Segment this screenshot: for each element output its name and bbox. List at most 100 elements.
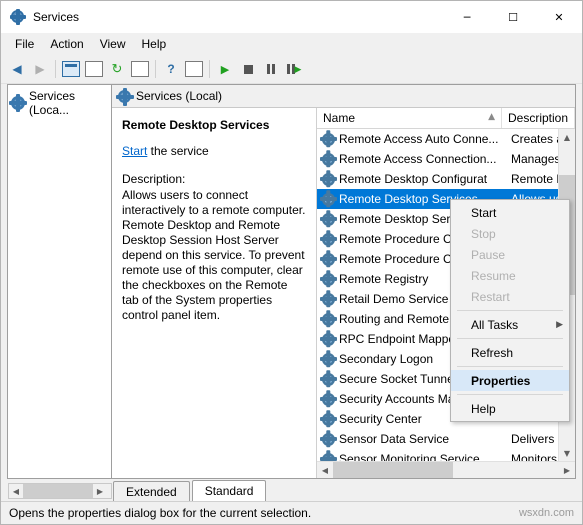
table-row[interactable]: Remote Desktop Configurat Remote De bbox=[317, 169, 575, 189]
tree-horizontal-scrollbar[interactable]: ◀ ▶ bbox=[8, 483, 112, 499]
stop-service-button[interactable] bbox=[237, 58, 259, 80]
context-menu-item-all-tasks[interactable]: All Tasks ▶ bbox=[451, 314, 569, 335]
table-row[interactable]: Remote Access Connection... Manages d bbox=[317, 149, 575, 169]
service-icon bbox=[320, 232, 337, 246]
start-service-link[interactable]: Start bbox=[122, 144, 147, 158]
service-name: Sensor Data Service bbox=[339, 432, 450, 446]
context-menu-item-resume: Resume bbox=[471, 268, 516, 283]
service-icon bbox=[320, 352, 337, 366]
scroll-thumb-horizontal[interactable] bbox=[333, 462, 453, 478]
service-icon bbox=[320, 132, 337, 146]
table-row[interactable]: Remote Access Auto Conne... Creates a co bbox=[317, 129, 575, 149]
watermark: wsxdn.com bbox=[518, 507, 574, 519]
tree-item-services-local[interactable]: Services (Loca... bbox=[9, 89, 108, 117]
tab-extended[interactable]: Extended bbox=[113, 481, 190, 501]
service-icon bbox=[320, 192, 337, 206]
start-service-suffix: the service bbox=[147, 144, 209, 158]
menu-file[interactable]: File bbox=[7, 34, 42, 55]
start-service-line: Start the service bbox=[122, 144, 306, 158]
restart-service-button[interactable]: ▶ bbox=[283, 58, 305, 80]
services-window: Services ─ ☐ ✕ File Action View Help ◀ ▶… bbox=[0, 0, 583, 525]
context-menu-separator bbox=[457, 310, 563, 311]
context-menu-separator bbox=[457, 366, 563, 367]
context-menu-item-stop: Stop bbox=[471, 226, 496, 241]
toolbar: ◀ ▶ ↻ ? ▶ ▶ bbox=[1, 55, 582, 84]
menu-action[interactable]: Action bbox=[42, 34, 91, 55]
scroll-left-icon[interactable]: ◀ bbox=[9, 484, 23, 498]
show-tree-button[interactable] bbox=[60, 58, 82, 80]
sort-ascending-icon: ▲ bbox=[488, 112, 495, 122]
context-menu-item-help[interactable]: Help bbox=[451, 398, 569, 419]
tree-item-label: Services (Loca... bbox=[29, 89, 76, 117]
results-pane-header: Services (Local) bbox=[112, 85, 575, 108]
console-tree-pane: Services (Loca... bbox=[7, 84, 112, 479]
context-menu: Start Stop Pause Resume Restart All Task… bbox=[450, 199, 570, 422]
export-list-button[interactable] bbox=[129, 58, 151, 80]
status-bar: Opens the properties dialog box for the … bbox=[1, 501, 582, 524]
scroll-left-icon[interactable]: ◀ bbox=[317, 462, 333, 478]
services-gear-icon bbox=[116, 89, 134, 103]
menu-view[interactable]: View bbox=[92, 34, 134, 55]
scroll-right-icon[interactable]: ▶ bbox=[93, 484, 107, 498]
services-gear-icon bbox=[9, 96, 27, 110]
service-icon bbox=[320, 252, 337, 266]
scroll-thumb-tree[interactable] bbox=[23, 484, 93, 498]
service-icon bbox=[320, 332, 337, 346]
back-button[interactable]: ◀ bbox=[6, 58, 28, 80]
service-title: Remote Desktop Services bbox=[122, 118, 270, 132]
context-menu-item-label: All Tasks bbox=[471, 317, 519, 332]
service-icon bbox=[320, 212, 337, 226]
menu-help[interactable]: Help bbox=[134, 34, 175, 55]
context-menu-item-restart: Restart bbox=[471, 289, 510, 304]
context-menu-separator bbox=[457, 338, 563, 339]
column-header-name[interactable]: Name ▲ bbox=[317, 108, 502, 128]
context-menu-item-properties[interactable]: Properties bbox=[451, 370, 569, 391]
scroll-down-icon[interactable]: ▼ bbox=[559, 445, 575, 461]
column-header-description[interactable]: Description bbox=[502, 108, 575, 128]
help-button[interactable]: ? bbox=[160, 58, 182, 80]
description-label: Description: bbox=[122, 172, 186, 186]
service-icon bbox=[320, 392, 337, 406]
minimize-button[interactable]: ─ bbox=[444, 2, 490, 33]
view-button[interactable] bbox=[183, 58, 205, 80]
service-name: Sensor Monitoring Service bbox=[339, 452, 480, 461]
services-gear-icon bbox=[9, 9, 26, 25]
service-name: Remote Access Connection... bbox=[339, 152, 497, 166]
column-header-description-label: Description bbox=[508, 111, 569, 125]
refresh-button[interactable]: ↻ bbox=[106, 58, 128, 80]
context-menu-item-pause: Pause bbox=[471, 247, 506, 262]
service-icon bbox=[320, 372, 337, 386]
list-header: Name ▲ Description bbox=[317, 108, 575, 129]
service-icon bbox=[320, 172, 337, 186]
table-row[interactable]: Sensor Data Service Delivers da bbox=[317, 429, 575, 449]
context-menu-item-refresh[interactable]: Refresh bbox=[451, 342, 569, 363]
service-icon bbox=[320, 412, 337, 426]
start-service-button[interactable]: ▶ bbox=[214, 58, 236, 80]
service-icon bbox=[320, 152, 337, 166]
description-text: Allows users to connect interactively to… bbox=[122, 188, 306, 322]
service-icon bbox=[320, 312, 337, 326]
tab-standard[interactable]: Standard bbox=[191, 480, 267, 501]
service-icon bbox=[320, 272, 337, 286]
title-bar: Services ─ ☐ ✕ bbox=[1, 1, 582, 33]
results-pane-title: Services (Local) bbox=[136, 89, 223, 103]
maximize-button[interactable]: ☐ bbox=[490, 2, 536, 33]
service-detail-pane: Remote Desktop Services Start the servic… bbox=[112, 108, 317, 478]
context-menu-item-start[interactable]: Start bbox=[451, 202, 569, 223]
scroll-up-icon[interactable]: ▲ bbox=[559, 129, 575, 145]
table-row[interactable]: Sensor Monitoring Service Monitors va bbox=[317, 449, 575, 461]
close-button[interactable]: ✕ bbox=[536, 2, 582, 33]
scroll-right-icon[interactable]: ▶ bbox=[559, 462, 575, 478]
service-icon bbox=[320, 292, 337, 306]
chevron-right-icon: ▶ bbox=[556, 319, 563, 330]
service-name: Remote Desktop Configurat bbox=[339, 172, 488, 186]
forward-button[interactable]: ▶ bbox=[29, 58, 51, 80]
service-name: Remote Access Auto Conne... bbox=[339, 132, 499, 146]
context-menu-separator bbox=[457, 394, 563, 395]
column-header-name-label: Name bbox=[323, 111, 356, 125]
properties-toolbar-button[interactable] bbox=[83, 58, 105, 80]
list-horizontal-scrollbar[interactable]: ◀ ▶ bbox=[317, 461, 575, 478]
pause-service-button[interactable] bbox=[260, 58, 282, 80]
service-icon bbox=[320, 432, 337, 446]
service-icon bbox=[320, 452, 337, 461]
